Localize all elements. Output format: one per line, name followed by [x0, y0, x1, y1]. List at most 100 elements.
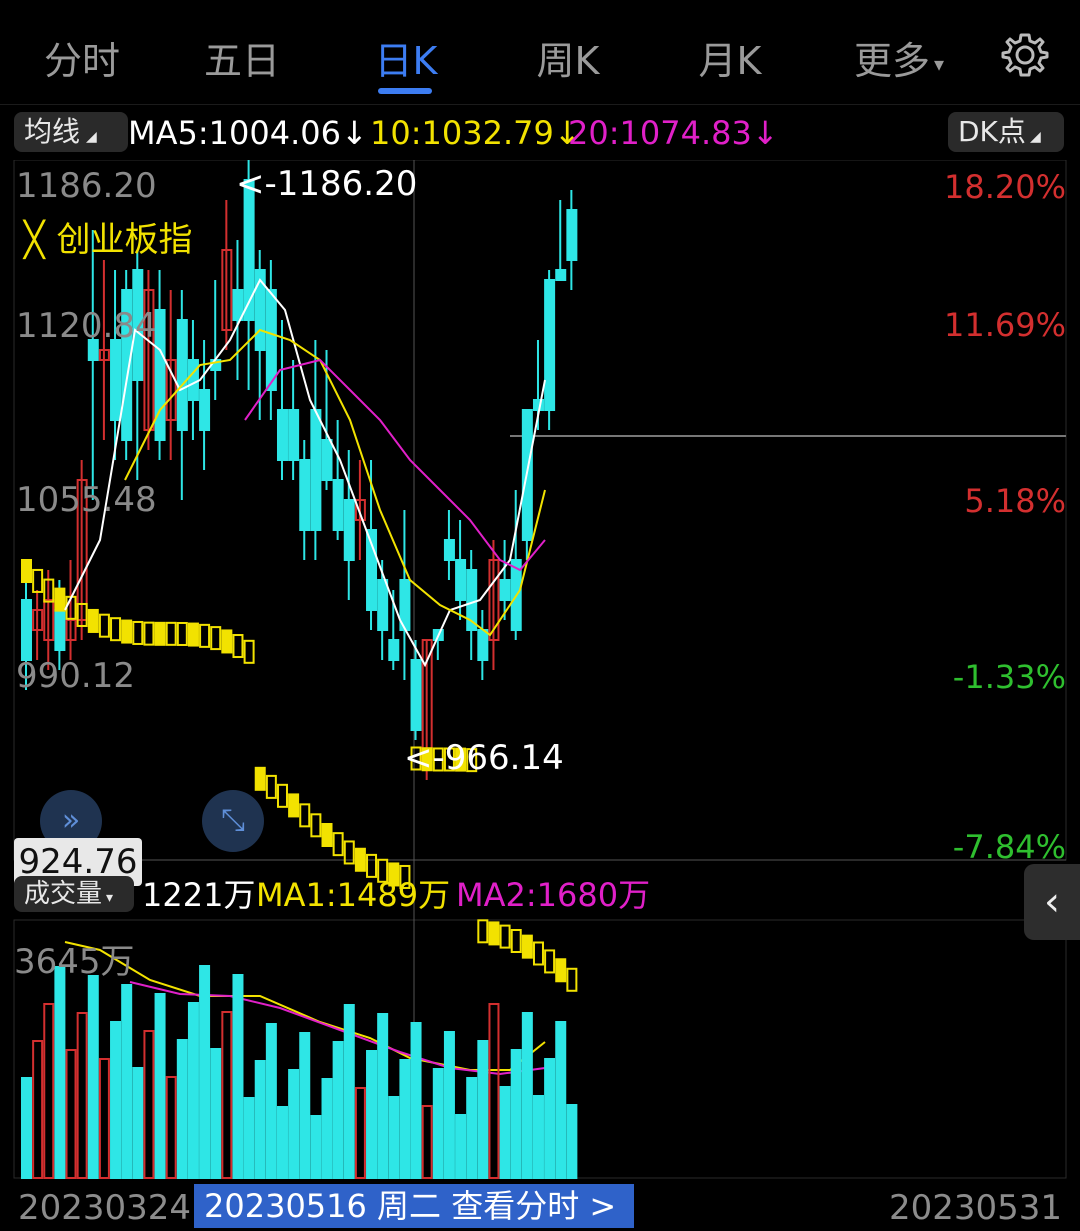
volume-bar [443, 1031, 455, 1179]
candle-body [499, 579, 511, 601]
overlay-candle [566, 967, 578, 992]
overlay-candle [32, 568, 44, 593]
tab-weekly-k[interactable]: 周K [508, 30, 628, 85]
volume-bar [321, 1078, 333, 1179]
overlay-candle [510, 929, 522, 954]
volume-bar [421, 1105, 433, 1179]
overlay-candle [288, 793, 300, 818]
volume-bar [477, 1040, 489, 1179]
volume-bar [43, 1003, 55, 1179]
ma-selector[interactable]: 均线 ◢ [14, 112, 128, 152]
overlay-candle [110, 617, 122, 642]
ma20-value: 20:1074.83↓ [568, 114, 779, 152]
volume-bar [455, 1114, 467, 1179]
pct-label-1: 18.20% [943, 168, 1066, 206]
volume-bar [276, 1106, 288, 1179]
expand-icon[interactable]: ⤡ [202, 790, 264, 852]
candle-body [232, 289, 244, 321]
volume-bar [87, 975, 99, 1179]
overlay-candle [532, 941, 544, 966]
volume-bar [555, 1021, 567, 1179]
overlay-candle [221, 629, 233, 654]
gear-icon[interactable] [1000, 30, 1050, 80]
volume-selector-label: 成交量 [24, 879, 103, 909]
candle-body [21, 599, 32, 661]
candle-body [154, 309, 166, 441]
volume-bar [466, 1077, 478, 1179]
caret-down-icon: ▾ [933, 51, 945, 76]
candle-body [265, 289, 277, 391]
volume-legend-bar: 成交量 ▾ 1221万 MA1:1489万 MA2:1680万 [0, 870, 1080, 916]
volume-bar [221, 1011, 233, 1179]
candle-body [566, 209, 578, 261]
volume-bar [54, 966, 66, 1179]
ma20-line [244, 358, 546, 572]
overlay-candle [87, 608, 99, 633]
volume-bar [510, 1049, 522, 1179]
volume-bar [98, 1058, 110, 1179]
candle-body [321, 439, 333, 481]
chevron-left-icon[interactable]: ‹ [1024, 864, 1080, 940]
candle-body [310, 409, 322, 531]
candle-body [388, 639, 400, 661]
ma-selector-label: 均线 [24, 115, 81, 148]
date-axis: 20230324 20230516 周二 查看分时 > 20230531 [0, 1184, 1080, 1231]
overlay-candle [521, 934, 533, 959]
ma-legend-bar: 均线 ◢ MA5:1004.06↓ 10:1032.79↓ 20:1074.83↓… [0, 110, 1080, 154]
volume-bar [143, 1030, 155, 1179]
volume-bar [343, 1004, 355, 1179]
candle-body [410, 659, 422, 731]
overlay-candle [265, 774, 277, 799]
candle-body [343, 499, 355, 561]
dk-point-selector[interactable]: DK点 ◢ [948, 112, 1064, 152]
volume-bar [121, 984, 133, 1179]
volume-bar [432, 1068, 444, 1179]
tab-daily-k[interactable]: 日K [346, 30, 466, 85]
volume-bar [76, 1012, 88, 1179]
candle-body [187, 359, 199, 401]
overlay-candle [232, 634, 244, 659]
price-label-top: 1186.20 [16, 166, 157, 206]
volume-bar [176, 1039, 188, 1179]
tab-more[interactable]: 更多 ▾ [834, 30, 964, 85]
overlay-candle [154, 621, 166, 646]
volume-bar [299, 1032, 311, 1179]
volume-bar [210, 1048, 222, 1179]
high-annotation: <-1186.20 [236, 164, 418, 204]
candle-body [443, 539, 455, 561]
overlay-candle [321, 823, 333, 848]
low-annotation: <-966.14 [404, 738, 564, 778]
overlay-candle [187, 622, 199, 647]
tab-intraday[interactable]: 分时 [22, 30, 142, 85]
overlay-candle [98, 613, 110, 638]
cross-icon: ╳ [24, 220, 45, 260]
ma5-value: MA5:1004.06↓ [128, 114, 368, 152]
volume-bar [21, 1077, 32, 1179]
volume-bar [332, 1041, 344, 1179]
volume-bars-group [21, 965, 578, 1179]
volume-selector[interactable]: 成交量 ▾ [14, 876, 134, 912]
kline-chart-area[interactable]: 1186.20 1120.84 1055.48 990.12 18.20% 11… [0, 160, 1080, 1231]
volume-bar [254, 1060, 266, 1179]
overlay-index-legend[interactable]: ╳ 创业板指 [24, 212, 192, 261]
volume-bar [566, 1104, 578, 1179]
pct-label-3: 5.18% [964, 482, 1066, 520]
overlay-candle [332, 832, 344, 857]
volume-bar [265, 1023, 277, 1179]
active-tab-indicator [378, 88, 432, 94]
overlay-candle [243, 639, 255, 664]
overlay-index-name: 创业板指 [56, 220, 193, 260]
volume-bar [488, 1003, 500, 1179]
overlay-candle [176, 621, 188, 646]
tab-monthly-k[interactable]: 月K [670, 30, 790, 85]
tab-five-day[interactable]: 五日 [182, 30, 302, 85]
volume-bar [232, 974, 244, 1179]
price-label-3: 1055.48 [16, 480, 157, 520]
volume-bar [366, 1050, 378, 1179]
volume-bar [65, 1049, 77, 1179]
candle-body [288, 409, 300, 461]
selected-date-view-intraday[interactable]: 20230516 周二 查看分时 > [194, 1184, 634, 1228]
overlay-candle [132, 620, 144, 645]
candle-body [176, 319, 188, 431]
overlay-candle [143, 621, 155, 646]
